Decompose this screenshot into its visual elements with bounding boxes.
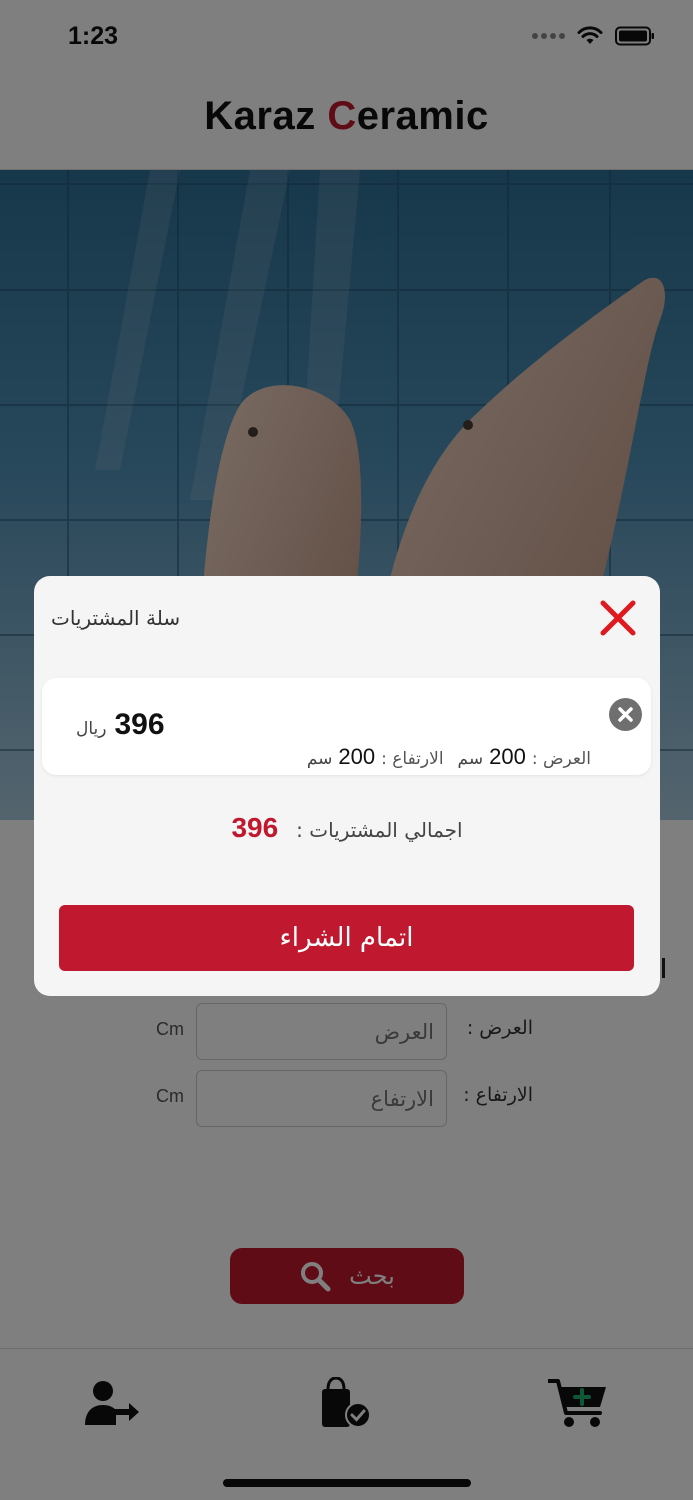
- item-height-value: 200: [338, 744, 376, 769]
- item-price-value: 396: [114, 708, 165, 741]
- total-label: اجمالي المشتريات :: [296, 818, 463, 842]
- total-value: 396: [231, 812, 279, 843]
- close-button[interactable]: [598, 598, 638, 638]
- remove-icon: [618, 707, 633, 722]
- item-dimensions: العرض : 200 سم الارتفاع : 200 سم: [307, 744, 591, 770]
- item-height-label: الارتفاع :: [381, 749, 444, 769]
- cart-modal: سلة المشتريات ريال 396 العرض : 200 سم ال…: [34, 576, 660, 996]
- remove-item-button[interactable]: [609, 698, 642, 731]
- item-height: الارتفاع : 200 سم: [307, 744, 444, 770]
- item-width-label: العرض :: [531, 749, 591, 769]
- item-price: ريال 396: [76, 708, 165, 742]
- item-width-unit: سم: [457, 749, 484, 769]
- close-icon: [600, 600, 636, 636]
- item-currency: ريال: [76, 719, 107, 739]
- item-height-unit: سم: [306, 749, 333, 769]
- total-row: اجمالي المشتريات : 396: [34, 812, 660, 844]
- cart-item: ريال 396 العرض : 200 سم الارتفاع : 200 س…: [42, 678, 651, 775]
- item-width-value: 200: [489, 744, 526, 769]
- checkout-button[interactable]: اتمام الشراء: [59, 905, 634, 971]
- modal-title: سلة المشتريات: [51, 606, 181, 630]
- item-width: العرض : 200 سم: [458, 744, 591, 770]
